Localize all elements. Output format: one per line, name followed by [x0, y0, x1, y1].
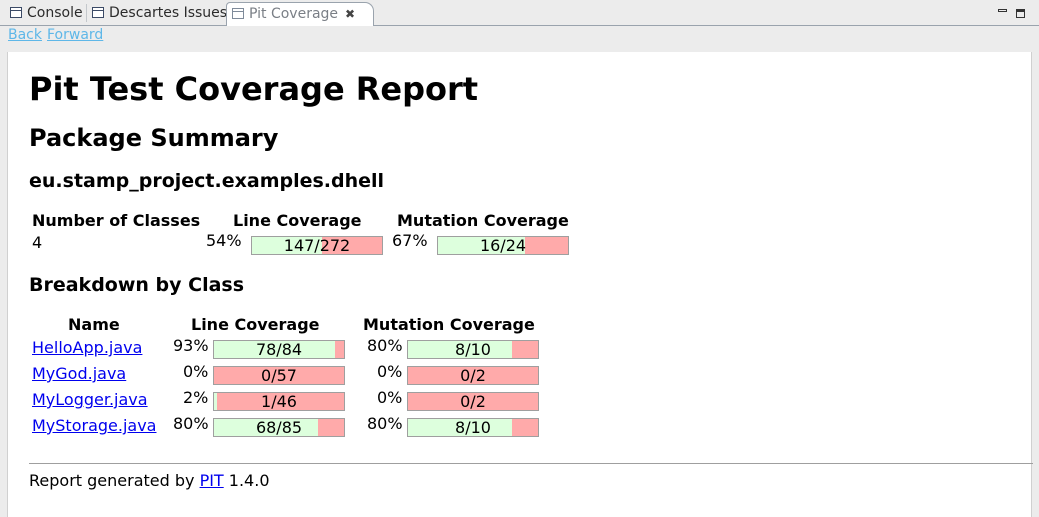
class-line-pct: 2%: [183, 388, 209, 407]
class-link-helloapp[interactable]: HelloApp.java: [32, 338, 142, 357]
breakdown-header-line: Line Coverage: [191, 315, 320, 334]
tab-descartes-issues[interactable]: Descartes Issues: [92, 2, 227, 26]
class-line-ratio: 78/84: [255, 340, 303, 359]
class-line-bar: 68/85: [213, 418, 345, 437]
class-mutation-ratio: 0/2: [460, 392, 486, 411]
footer-version: 1.4.0: [223, 471, 270, 490]
class-mutation-bar: 0/2: [407, 366, 539, 385]
class-mutation-bar: 8/10: [407, 418, 539, 437]
class-mutation-pct: 80%: [367, 414, 403, 433]
tab-separator: [86, 4, 87, 22]
class-mutation-ratio: 8/10: [455, 340, 491, 359]
summary-num-classes: 4: [32, 233, 43, 252]
breakdown-header-mutation: Mutation Coverage: [363, 315, 535, 334]
breakdown-header-name: Name: [68, 315, 120, 334]
tab-console[interactable]: Console: [10, 2, 83, 26]
summary-mutation-pct: 67%: [392, 231, 428, 250]
close-icon[interactable]: ✖: [345, 7, 355, 21]
summary-header-classes: Number of Classes: [32, 211, 201, 230]
class-link-mylogger[interactable]: MyLogger.java: [32, 390, 148, 409]
class-line-ratio: 1/46: [261, 392, 297, 411]
maximize-button[interactable]: [1016, 9, 1025, 18]
class-mutation-ratio: 0/2: [460, 366, 486, 385]
view-icon: [92, 7, 104, 18]
view-icon: [232, 8, 244, 19]
class-line-bar: 1/46: [213, 392, 345, 411]
class-mutation-pct: 0%: [377, 388, 403, 407]
class-mutation-pct: 0%: [377, 362, 403, 381]
summary-header-line: Line Coverage: [233, 211, 362, 230]
minimize-button[interactable]: [998, 6, 1007, 12]
page-title: Pit Test Coverage Report: [29, 70, 479, 108]
class-link-mygod[interactable]: MyGod.java: [32, 364, 126, 383]
class-mutation-pct: 80%: [367, 336, 403, 355]
class-line-ratio: 68/85: [255, 418, 303, 437]
class-line-pct: 93%: [173, 336, 209, 355]
footer-divider: [29, 463, 1033, 464]
tab-pit-coverage[interactable]: Pit Coverage ✖: [226, 2, 374, 27]
view-tab-bar: Console Descartes Issues Pit Coverage ✖: [0, 0, 1039, 27]
summary-line-bar: 147/272: [251, 236, 383, 255]
tab-descartes-label: Descartes Issues: [109, 5, 228, 21]
summary-mutation-bar: 16/24: [437, 236, 569, 255]
class-mutation-bar: 8/10: [407, 340, 539, 359]
browser-nav-bar: Back Forward: [0, 26, 1039, 52]
back-link[interactable]: Back: [8, 27, 42, 43]
forward-link[interactable]: Forward: [47, 27, 103, 43]
package-summary-heading: Package Summary: [29, 124, 279, 152]
summary-mutation-ratio: 16/24: [479, 236, 527, 255]
tab-pit-label: Pit Coverage: [249, 6, 339, 22]
pit-link[interactable]: PIT: [200, 471, 224, 490]
summary-line-pct: 54%: [206, 231, 242, 250]
class-mutation-ratio: 8/10: [455, 418, 491, 437]
summary-line-ratio: 147/272: [283, 236, 351, 255]
console-icon: [10, 7, 22, 18]
class-line-pct: 80%: [173, 414, 209, 433]
breakdown-heading: Breakdown by Class: [29, 274, 245, 296]
class-line-pct: 0%: [183, 362, 209, 381]
report-footer: Report generated by PIT 1.4.0: [29, 471, 270, 490]
tab-console-label: Console: [27, 5, 83, 21]
report-viewport: Pit Test Coverage Report Package Summary…: [7, 52, 1033, 517]
class-link-mystorage[interactable]: MyStorage.java: [32, 416, 156, 435]
package-name: eu.stamp_project.examples.dhell: [29, 170, 385, 192]
class-line-bar: 78/84: [213, 340, 345, 359]
footer-prefix: Report generated by: [29, 471, 200, 490]
class-mutation-bar: 0/2: [407, 392, 539, 411]
class-line-ratio: 0/57: [261, 366, 297, 385]
summary-header-mutation: Mutation Coverage: [397, 211, 569, 230]
class-line-bar: 0/57: [213, 366, 345, 385]
